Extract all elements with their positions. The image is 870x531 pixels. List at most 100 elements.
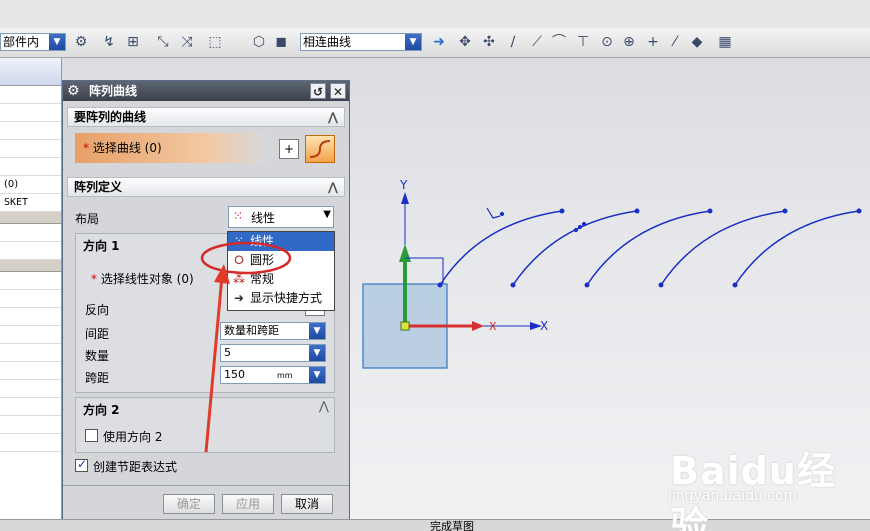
constraint-dot xyxy=(581,221,587,227)
splitter[interactable] xyxy=(0,260,61,272)
list-item[interactable] xyxy=(0,398,61,416)
list-item[interactable] xyxy=(0,434,61,452)
curve-4[interactable] xyxy=(660,210,786,286)
layout-select[interactable]: ⁙ 线性 ▼ xyxy=(228,206,334,228)
ok-button[interactable]: 确定 xyxy=(163,494,215,514)
select-chain-icon[interactable]: ⤨ xyxy=(178,33,196,51)
chevron-down-icon[interactable]: ▼ xyxy=(49,34,65,50)
add-curve-icon[interactable]: + xyxy=(279,139,299,159)
pitch-value: 150 xyxy=(224,368,245,381)
curve-2[interactable] xyxy=(512,210,638,286)
rectangle-select-icon[interactable]: ⬚ xyxy=(206,33,224,51)
list-item[interactable] xyxy=(0,140,61,158)
option-general[interactable]: ⁂ 常规 xyxy=(228,270,334,289)
list-item[interactable]: SKET xyxy=(0,194,61,212)
axis-x-label-red: X xyxy=(489,320,497,333)
list-item[interactable] xyxy=(0,326,61,344)
line-point-icon[interactable]: ⟋ xyxy=(528,33,546,51)
arrow-right-icon[interactable]: ➜ xyxy=(430,33,448,51)
select-curve-row[interactable]: * 选择曲线 (0) xyxy=(75,133,265,163)
type-filter-combo[interactable]: 部件内 ▼ xyxy=(0,33,66,51)
list-item[interactable] xyxy=(0,416,61,434)
constraint-dot xyxy=(577,224,583,230)
list-item[interactable] xyxy=(0,224,61,242)
chevron-up-icon[interactable]: ⋀ xyxy=(328,108,338,126)
list-item[interactable] xyxy=(0,290,61,308)
line-icon[interactable]: ∕ xyxy=(504,33,522,51)
section-pattern-title: 阵列定义 xyxy=(74,180,123,194)
intersection-icon[interactable]: + xyxy=(644,33,662,51)
snap-icon[interactable]: ⚙ xyxy=(72,33,90,51)
endpoint xyxy=(707,208,713,214)
point-on-curve-icon[interactable]: ⁄ xyxy=(666,33,684,51)
list-item[interactable] xyxy=(0,362,61,380)
list-item[interactable] xyxy=(0,122,61,140)
select-body-icon[interactable]: ⬡ xyxy=(250,33,268,51)
list-item[interactable] xyxy=(0,158,61,176)
list-item[interactable] xyxy=(0,86,61,104)
list-item[interactable] xyxy=(0,308,61,326)
gear-icon[interactable]: ⚙ xyxy=(67,81,85,101)
pitch-menu-icon[interactable]: ▼ xyxy=(309,367,325,383)
option-show-shortcuts[interactable]: ➜ 显示快捷方式 xyxy=(228,289,334,308)
count-value: 5 xyxy=(224,346,231,359)
reset-icon[interactable]: ↺ xyxy=(310,83,326,99)
snap-end-icon[interactable]: ✥ xyxy=(456,33,474,51)
circle-center-icon[interactable]: ⊙ xyxy=(598,33,616,51)
required-icon: * xyxy=(91,272,97,286)
section-curves-title: 要阵列的曲线 xyxy=(74,110,147,124)
cancel-button[interactable]: 取消 xyxy=(281,494,333,514)
csys-x-arrowhead xyxy=(472,321,484,331)
select-object-label: 选择线性对象 xyxy=(100,272,173,286)
layout-dropdown-list: ⁙ 线性 ⭘ 圆形 ⁂ 常规 ➜ 显示快捷方式 xyxy=(227,231,335,311)
list-item[interactable] xyxy=(0,380,61,398)
option-label: 常规 xyxy=(250,272,275,286)
required-icon: * xyxy=(83,141,89,155)
chevron-down-icon[interactable]: ▼ xyxy=(309,323,325,339)
list-item[interactable] xyxy=(0,242,61,260)
pattern-curves xyxy=(439,210,860,286)
endpoint xyxy=(584,282,590,288)
grid-icon[interactable]: ▦ xyxy=(716,33,734,51)
create-expression-checkbox[interactable] xyxy=(75,457,88,472)
list-item[interactable]: (0) xyxy=(0,176,61,194)
chevron-down-icon[interactable]: ▼ xyxy=(405,34,421,50)
deselect-icon[interactable]: ⤡ xyxy=(154,33,172,51)
list-item[interactable] xyxy=(0,104,61,122)
list-item[interactable] xyxy=(0,344,61,362)
select-all-icon[interactable]: ⊞ xyxy=(124,33,142,51)
section-curves-header[interactable]: 要阵列的曲线 ⋀ xyxy=(67,107,345,127)
splitter[interactable] xyxy=(0,212,61,224)
face-icon[interactable]: ◆ xyxy=(688,33,706,51)
section-pattern-header[interactable]: 阵列定义 ⋀ xyxy=(67,177,345,197)
status-text: 完成草图 xyxy=(430,520,474,531)
datum-y-arrow xyxy=(401,192,409,204)
select-filter-icon[interactable]: ↯ xyxy=(100,33,118,51)
select-linear-object-row[interactable]: * 选择线性对象 (0) xyxy=(91,270,194,287)
top-strip xyxy=(0,0,870,28)
curve-select-button[interactable] xyxy=(305,135,335,163)
arc-icon[interactable]: ⌒ xyxy=(550,33,568,51)
shortcut-icon: ➜ xyxy=(233,291,245,305)
close-icon[interactable]: ✕ xyxy=(330,83,346,99)
list-item[interactable] xyxy=(0,272,61,290)
curve-5[interactable] xyxy=(734,210,860,286)
csys-origin xyxy=(400,321,410,331)
cube-icon[interactable]: ◼ xyxy=(272,33,290,51)
curve-3[interactable] xyxy=(586,210,711,286)
count-menu-icon[interactable]: ▼ xyxy=(309,345,325,361)
use-direction2-checkbox[interactable] xyxy=(85,429,98,442)
select-object-count: (0) xyxy=(176,272,194,286)
chevron-up-icon[interactable]: ⋀ xyxy=(328,178,338,196)
quadrant-icon[interactable]: ⊕ xyxy=(620,33,638,51)
curve-rule-combo[interactable]: 相连曲线 ▼ xyxy=(300,33,422,51)
select-curve-label: 选择曲线 xyxy=(92,141,141,155)
tangent-icon[interactable]: ⊤ xyxy=(574,33,592,51)
curve-1[interactable] xyxy=(439,210,563,286)
option-linear[interactable]: ⁙ 线性 xyxy=(228,232,334,251)
apply-button[interactable]: 应用 xyxy=(222,494,274,514)
chevron-up-icon[interactable]: ⋀ xyxy=(319,399,329,413)
chevron-down-icon[interactable]: ▼ xyxy=(323,209,331,220)
option-circular[interactable]: ⭘ 圆形 xyxy=(228,251,334,270)
snap-mid-icon[interactable]: ✣ xyxy=(480,33,498,51)
